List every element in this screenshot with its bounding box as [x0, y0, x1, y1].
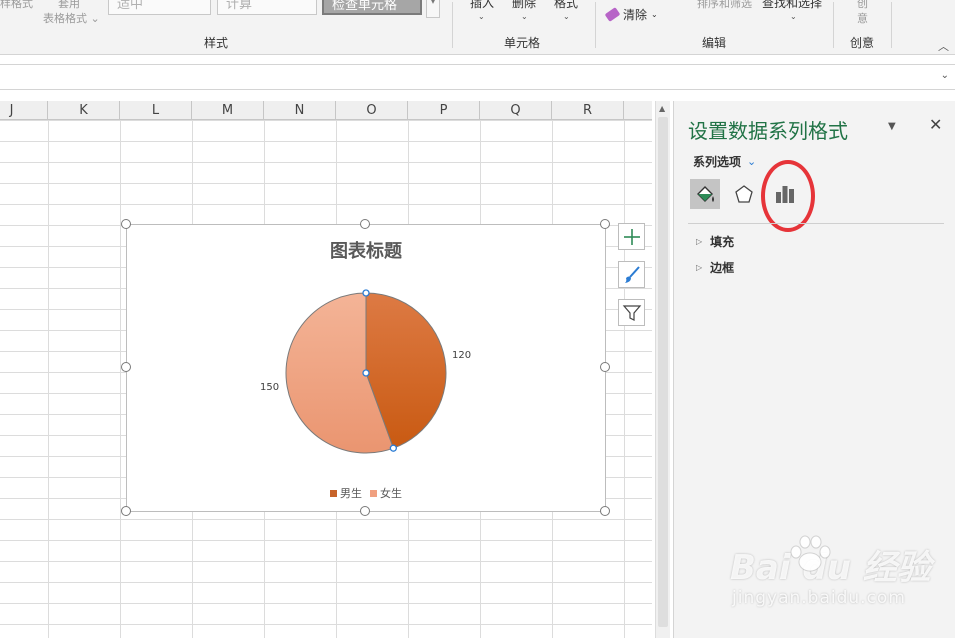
- effects-tab[interactable]: [729, 179, 759, 209]
- chevron-down-icon: ⌄: [478, 12, 485, 21]
- pane-title: 设置数据系列格式: [688, 119, 848, 143]
- expand-formula-bar-icon[interactable]: ⌄: [941, 70, 949, 81]
- create-button-bottom[interactable]: 意: [857, 10, 868, 26]
- sort-filter-button[interactable]: 排序和筛选: [697, 0, 752, 11]
- expand-triangle-icon: ▷: [696, 237, 703, 246]
- delete-button[interactable]: 删除: [512, 0, 536, 11]
- series-selection-handle[interactable]: [362, 289, 370, 297]
- legend-swatch: [330, 489, 337, 497]
- resize-handle[interactable]: [121, 219, 131, 229]
- column-header[interactable]: L: [120, 101, 192, 120]
- column-headers: J K L M N O P Q R: [0, 101, 652, 120]
- insert-button[interactable]: 插入: [470, 0, 494, 11]
- series-selection-handle[interactable]: [389, 444, 398, 452]
- data-label-female[interactable]: 150: [260, 382, 279, 393]
- legend-swatch: [370, 489, 377, 497]
- plus-icon: [623, 228, 640, 245]
- resize-handle[interactable]: [121, 362, 131, 372]
- chart-elements-button[interactable]: [618, 223, 645, 250]
- chevron-down-icon: ⌄: [790, 12, 797, 21]
- resize-handle[interactable]: [600, 219, 610, 229]
- pane-options-icon[interactable]: ▼: [888, 121, 896, 132]
- column-header[interactable]: Q: [480, 101, 552, 120]
- highlight-circle: [761, 160, 815, 232]
- chart-styles-button[interactable]: [618, 261, 645, 288]
- chevron-down-icon: ⌄: [651, 10, 658, 19]
- legend-item-male: 男生: [330, 485, 362, 501]
- group-label-styles: 样式: [204, 36, 229, 50]
- pane-divider: [688, 223, 944, 224]
- fill-line-icon: [697, 186, 714, 202]
- data-label-male[interactable]: 120: [452, 350, 471, 361]
- style-check-cell[interactable]: 检查单元格: [322, 0, 422, 15]
- fill-section-label: 填充: [710, 235, 735, 249]
- border-section-label: 边框: [710, 261, 735, 275]
- series-selection-handle[interactable]: [362, 369, 370, 377]
- chart-filters-button[interactable]: [618, 299, 645, 326]
- chart-legend[interactable]: 男生 女生: [127, 485, 605, 501]
- column-header[interactable]: K: [48, 101, 120, 120]
- conditional-format-label[interactable]: 样格式: [0, 0, 33, 11]
- group-divider: [452, 2, 453, 48]
- clear-button[interactable]: 清除 ⌄: [604, 6, 658, 23]
- collapse-ribbon-icon[interactable]: ︿: [938, 38, 949, 54]
- fill-section-toggle[interactable]: ▷ 填充: [696, 233, 734, 250]
- style-calculation[interactable]: 计算: [217, 0, 317, 15]
- column-header[interactable]: R: [552, 101, 624, 120]
- chevron-down-icon: ⌄: [563, 12, 570, 21]
- group-label-creativity: 创意: [850, 36, 875, 50]
- column-header[interactable]: N: [264, 101, 336, 120]
- legend-label: 男生: [340, 487, 362, 500]
- column-header[interactable]: J: [0, 101, 48, 120]
- brush-icon: [624, 265, 640, 283]
- group-label-editing: 编辑: [702, 36, 727, 50]
- column-header[interactable]: M: [192, 101, 264, 120]
- style-neutral[interactable]: 适中: [108, 0, 211, 15]
- resize-handle[interactable]: [600, 506, 610, 516]
- table-format-label: 表格格式: [43, 12, 87, 25]
- group-label-cells: 单元格: [504, 36, 541, 50]
- pie-chart[interactable]: 图表标题 120 150 男生 女生: [126, 224, 606, 512]
- resize-handle[interactable]: [600, 362, 610, 372]
- vertical-scrollbar[interactable]: ▲: [655, 101, 670, 638]
- ribbon: 样格式 套用 表格格式 ⌄ 适中 计算 检查单元格 ▾ 样式 插入 ⌄ 删除 ⌄…: [0, 0, 955, 55]
- resize-handle[interactable]: [121, 506, 131, 516]
- group-divider: [595, 2, 596, 48]
- legend-label: 女生: [380, 487, 402, 500]
- resize-handle[interactable]: [360, 506, 370, 516]
- styles-gallery-scroll[interactable]: ▾: [426, 0, 440, 18]
- chart-plot: [285, 289, 447, 454]
- eraser-icon: [604, 7, 621, 22]
- find-select-button[interactable]: 查找和选择: [762, 0, 822, 11]
- group-divider: [891, 2, 892, 48]
- filter-icon: [622, 304, 641, 321]
- series-options-dropdown[interactable]: 系列选项 ⌄: [693, 153, 756, 170]
- scrollbar-thumb[interactable]: [658, 117, 668, 627]
- scroll-up-icon[interactable]: ▲: [659, 104, 665, 113]
- formula-bar[interactable]: ⌄: [0, 64, 955, 90]
- format-button[interactable]: 格式: [554, 0, 578, 11]
- fill-line-tab[interactable]: [690, 179, 720, 209]
- expand-triangle-icon: ▷: [696, 263, 703, 272]
- group-divider: [833, 2, 834, 48]
- format-data-series-pane: 设置数据系列格式 ▼ ✕ 系列选项 ⌄ ▷ 填充 ▷ 边框: [673, 101, 955, 638]
- close-icon[interactable]: ✕: [929, 115, 942, 134]
- table-format-button[interactable]: 表格格式 ⌄: [43, 10, 100, 26]
- chevron-down-icon: ⌄: [747, 155, 757, 168]
- column-header[interactable]: P: [408, 101, 480, 120]
- legend-item-female: 女生: [370, 485, 402, 501]
- chart-title[interactable]: 图表标题: [127, 237, 605, 263]
- clear-label: 清除: [623, 8, 648, 22]
- chevron-down-icon: ⌄: [521, 12, 528, 21]
- series-options-label: 系列选项: [693, 155, 742, 169]
- resize-handle[interactable]: [360, 219, 370, 229]
- pentagon-icon: [735, 185, 753, 203]
- column-header[interactable]: O: [336, 101, 408, 120]
- border-section-toggle[interactable]: ▷ 边框: [696, 259, 734, 276]
